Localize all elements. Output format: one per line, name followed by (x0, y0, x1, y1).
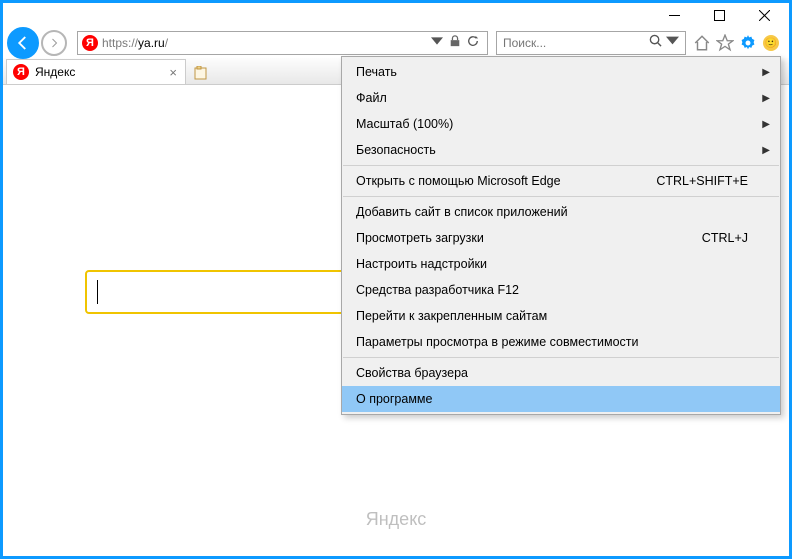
menu-downloads[interactable]: Просмотреть загрузкиCTRL+J (342, 225, 780, 251)
smiley-icon[interactable]: 🙂 (762, 34, 780, 52)
text-cursor (97, 280, 98, 304)
toolbar: Я https://ya.ru/ 🙂 (3, 28, 789, 58)
toolbar-icons: 🙂 (688, 34, 785, 52)
menu-about[interactable]: О программе (342, 386, 780, 412)
search-box[interactable] (496, 31, 686, 55)
browser-window: Я https://ya.ru/ 🙂 Я (0, 0, 792, 559)
menu-pinned[interactable]: Перейти к закрепленным сайтам (342, 303, 780, 329)
menu-separator (343, 165, 779, 166)
chevron-right-icon: ▶ (762, 67, 770, 78)
lock-icon[interactable] (449, 34, 461, 52)
menu-print[interactable]: Печать▶ (342, 59, 780, 85)
menu-properties[interactable]: Свойства браузера (342, 360, 780, 386)
menu-addons[interactable]: Настроить надстройки (342, 251, 780, 277)
menu-add-app[interactable]: Добавить сайт в список приложений (342, 199, 780, 225)
yandex-favicon: Я (82, 35, 98, 51)
new-tab-button[interactable] (190, 62, 212, 84)
yandex-logo-text: Яндекс (366, 509, 427, 530)
dropdown-icon[interactable] (431, 34, 443, 52)
menu-open-edge[interactable]: Открыть с помощью Microsoft EdgeCTRL+SHI… (342, 168, 780, 194)
address-controls (431, 34, 483, 52)
home-icon[interactable] (693, 34, 711, 52)
menu-zoom[interactable]: Масштаб (100%)▶ (342, 111, 780, 137)
address-bar[interactable]: Я https://ya.ru/ (77, 31, 488, 55)
chevron-right-icon: ▶ (762, 119, 770, 130)
url-text: https://ya.ru/ (102, 36, 431, 50)
chevron-right-icon: ▶ (762, 145, 770, 156)
search-dropdown-icon[interactable] (666, 34, 679, 52)
tab-close-icon[interactable]: × (167, 65, 179, 80)
menu-separator (343, 196, 779, 197)
menu-separator (343, 357, 779, 358)
favorites-icon[interactable] (716, 34, 734, 52)
menu-compat[interactable]: Параметры просмотра в режиме совместимос… (342, 329, 780, 355)
tools-icon[interactable] (739, 34, 757, 52)
back-button[interactable] (7, 27, 39, 59)
close-button[interactable] (742, 5, 787, 27)
chevron-right-icon: ▶ (762, 93, 770, 104)
menu-f12[interactable]: Средства разработчика F12 (342, 277, 780, 303)
refresh-icon[interactable] (467, 34, 479, 52)
titlebar (3, 3, 789, 28)
maximize-button[interactable] (697, 5, 742, 27)
minimize-button[interactable] (652, 5, 697, 27)
yandex-favicon: Я (13, 64, 29, 80)
tools-menu: Печать▶ Файл▶ Масштаб (100%)▶ Безопаснос… (341, 56, 781, 415)
tab-yandex[interactable]: Я Яндекс × (6, 59, 186, 84)
menu-file[interactable]: Файл▶ (342, 85, 780, 111)
search-input[interactable] (503, 36, 649, 50)
menu-safety[interactable]: Безопасность▶ (342, 137, 780, 163)
forward-button[interactable] (41, 30, 67, 56)
tab-title: Яндекс (35, 65, 75, 79)
search-icon[interactable] (649, 34, 662, 52)
